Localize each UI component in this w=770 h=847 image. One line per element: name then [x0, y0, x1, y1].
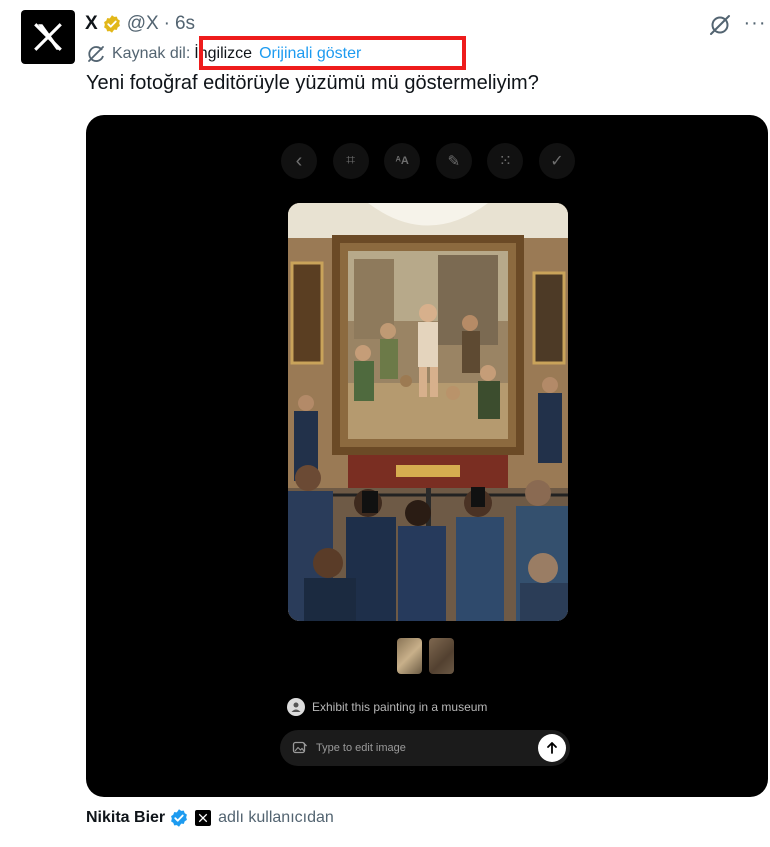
handle[interactable]: @X	[127, 13, 159, 35]
annotation-highlight-box	[199, 36, 466, 70]
draw-icon-glyph: ✎	[447, 153, 461, 170]
text-size-icon-glyph: ᴬA	[395, 155, 409, 167]
image-edit-icon	[292, 741, 307, 754]
affiliate-x-logo-icon	[195, 810, 212, 826]
post-media[interactable]: ‹ ⌗ ᴬA ✎ ⁙ ✓ Exhibit this painting in a …	[86, 115, 768, 797]
user-avatar-icon	[287, 698, 305, 716]
confirm-icon[interactable]: ✓	[538, 143, 575, 179]
grid-icon-glyph: ⁙	[498, 153, 513, 170]
timestamp[interactable]: 6s	[175, 13, 195, 35]
translate-icon	[88, 46, 104, 62]
confirm-icon-glyph: ✓	[550, 153, 564, 170]
translation-label: Kaynak dil:	[112, 45, 191, 62]
grok-icon[interactable]	[707, 12, 733, 38]
museum-scene-illustration	[288, 203, 568, 621]
author-name[interactable]: Nikita Bier	[86, 809, 165, 827]
crop-icon-glyph: ⌗	[346, 152, 356, 169]
post-text: Yeni fotoğraf editörüyle yüzümü mü göste…	[86, 72, 539, 94]
editor-toolbar: ‹ ⌗ ᴬA ✎ ⁙ ✓	[281, 143, 575, 183]
text-size-icon[interactable]: ᴬA	[384, 143, 421, 179]
more-options-icon[interactable]: ···	[743, 11, 767, 35]
edited-image	[288, 203, 568, 621]
prompt-text: Exhibit this painting in a museum	[312, 700, 488, 714]
send-button[interactable]	[538, 734, 566, 762]
edit-image-input[interactable]: Type to edit image	[280, 730, 570, 766]
attribution-row: Nikita Bier adlı kullanıcıdan	[86, 806, 334, 830]
x-logo-icon	[34, 23, 62, 51]
display-name[interactable]: X	[85, 13, 98, 35]
image-thumbnails	[397, 638, 454, 674]
grid-icon[interactable]: ⁙	[487, 143, 524, 179]
crop-icon[interactable]: ⌗	[332, 143, 369, 179]
input-placeholder: Type to edit image	[316, 742, 406, 754]
gold-verified-badge-icon	[103, 15, 120, 33]
separator-dot: ·	[163, 13, 170, 34]
post-header: X @X · 6s	[85, 12, 195, 36]
edit-prompt: Exhibit this painting in a museum	[287, 698, 487, 716]
attribution-suffix: adlı kullanıcıdan	[218, 809, 334, 826]
draw-icon[interactable]: ✎	[435, 143, 472, 179]
thumbnail-original[interactable]	[397, 638, 422, 674]
back-icon[interactable]: ‹	[281, 143, 317, 179]
avatar[interactable]	[21, 10, 75, 64]
back-icon-glyph: ‹	[295, 149, 303, 172]
arrow-up-icon	[547, 742, 557, 754]
thumbnail-edited[interactable]	[429, 638, 454, 674]
blue-verified-badge-icon	[171, 809, 188, 827]
